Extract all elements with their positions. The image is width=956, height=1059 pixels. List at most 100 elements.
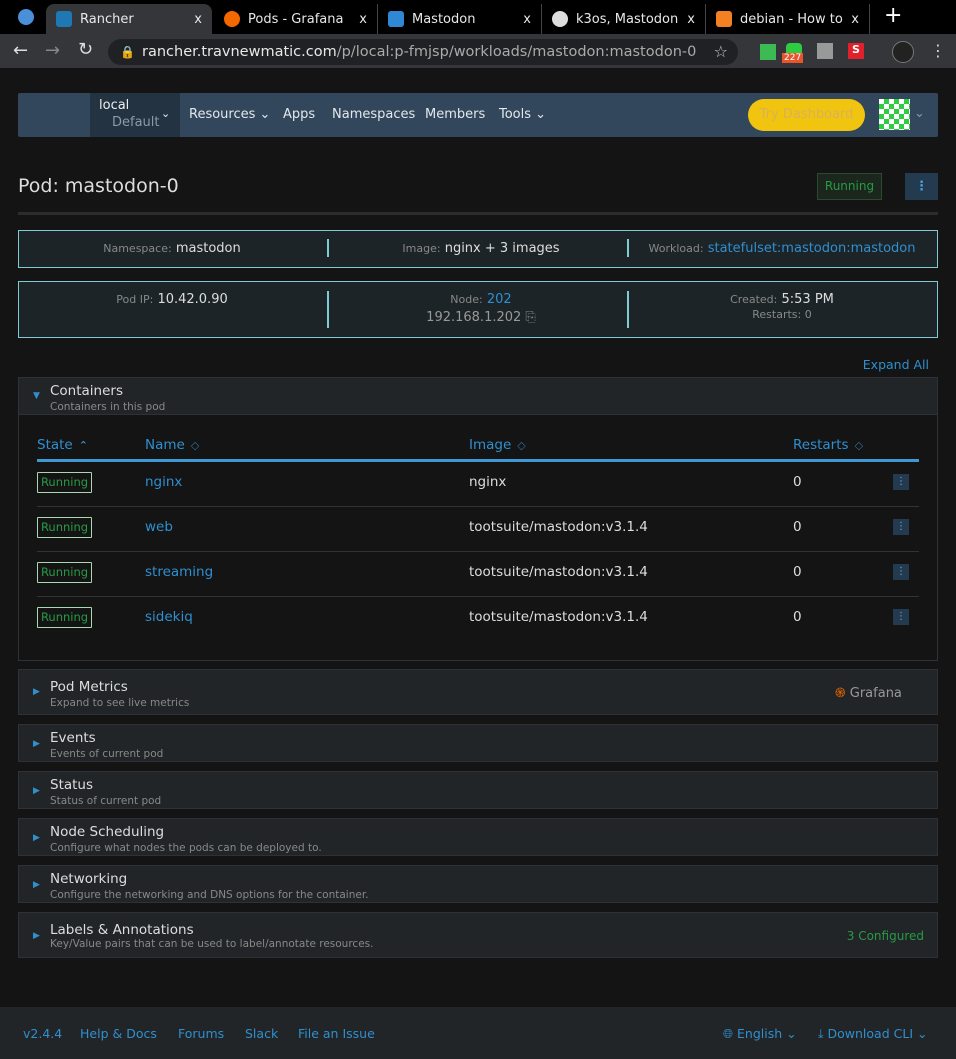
forward-icon[interactable]: → <box>45 40 60 61</box>
section-subtitle: Containers in this pod <box>50 401 166 413</box>
tab-k3os[interactable]: k3os, Mastodon x <box>542 4 706 34</box>
section-subtitle: Key/Value pairs that can be used to labe… <box>50 938 374 950</box>
grafana-favicon-icon <box>224 11 240 27</box>
close-tab-icon[interactable]: x <box>359 12 367 27</box>
state-badge: Running <box>37 517 92 538</box>
forums-link[interactable]: Forums <box>178 1026 224 1041</box>
tab-label: debian - How to <box>740 11 843 27</box>
container-name-link[interactable]: streaming <box>145 564 213 580</box>
chevron-down-icon: ⌄ <box>535 107 547 122</box>
extension-s-icon[interactable]: S <box>848 43 864 59</box>
url-path: /p/local:p-fmjsp/workloads/mastodon:mast… <box>336 44 697 60</box>
state-badge: Running <box>37 562 92 583</box>
row-kebab-button[interactable]: ⋮ <box>893 519 909 535</box>
workload-label: Workload: <box>648 242 704 255</box>
download-cli-dropdown[interactable]: ⤓ Download CLI ⌄ <box>818 1026 927 1042</box>
extension-css-icon[interactable] <box>817 43 833 59</box>
file-issue-link[interactable]: File an Issue <box>298 1026 375 1041</box>
tab-debian[interactable]: debian - How to x <box>706 4 870 34</box>
url-input[interactable]: 🔒 rancher.travnewmatic.com/p/local:p-fmj… <box>108 39 738 65</box>
table-row: Running nginx nginx 0 ⋮ <box>37 462 919 507</box>
nav-namespaces[interactable]: Namespaces <box>332 107 415 122</box>
table-row: Running sidekiq tootsuite/mastodon:v3.1.… <box>37 596 919 642</box>
stackoverflow-favicon-icon <box>716 11 732 27</box>
section-subtitle: Configure what nodes the pods can be dep… <box>50 842 322 854</box>
section-status[interactable]: ▶ Status Status of current pod <box>18 771 938 809</box>
try-dashboard-button[interactable]: Try Dashboard <box>748 99 865 131</box>
expand-all-link[interactable]: Expand All <box>863 357 929 372</box>
container-name-link[interactable]: web <box>145 519 173 535</box>
column-header-restarts[interactable]: Restarts ◇ <box>793 437 863 453</box>
row-kebab-button[interactable]: ⋮ <box>893 474 909 490</box>
section-subtitle: Status of current pod <box>50 795 162 807</box>
extension-sheets-icon[interactable] <box>760 44 776 60</box>
slack-link[interactable]: Slack <box>245 1026 278 1041</box>
container-restarts: 0 <box>793 474 802 490</box>
section-labels-annotations[interactable]: ▶ Labels & Annotations Key/Value pairs t… <box>18 912 938 958</box>
close-tab-icon[interactable]: x <box>194 12 202 27</box>
tab-grafana[interactable]: Pods - Grafana x <box>214 4 378 34</box>
section-networking[interactable]: ▶ Networking Configure the networking an… <box>18 865 938 903</box>
language-selector[interactable]: 🌐︎ English ⌄ <box>723 1026 797 1042</box>
column-header-image[interactable]: Image ◇ <box>469 437 526 453</box>
section-title: Node Scheduling <box>50 824 165 840</box>
container-name-link[interactable]: nginx <box>145 474 182 490</box>
tab-label: Pods - Grafana <box>248 11 344 27</box>
user-avatar[interactable] <box>879 99 910 130</box>
help-docs-link[interactable]: Help & Docs <box>80 1026 157 1041</box>
table-row: Running streaming tootsuite/mastodon:v3.… <box>37 551 919 597</box>
container-image: tootsuite/mastodon:v3.1.4 <box>469 564 648 580</box>
close-tab-icon[interactable]: x <box>523 12 531 27</box>
namespace-value: mastodon <box>175 241 241 256</box>
sort-icon: ◇ <box>854 439 864 452</box>
containers-section-header[interactable]: ▼ Containers Containers in this pod <box>18 377 938 415</box>
cluster-project-selector[interactable]: local Default ⌄ <box>90 93 180 137</box>
workload-link[interactable]: statefulset:mastodon:mastodon <box>708 241 916 256</box>
column-header-name[interactable]: Name ◇ <box>145 437 199 453</box>
version-link[interactable]: v2.4.4 <box>23 1026 62 1041</box>
sort-icon: ◇ <box>190 439 200 452</box>
back-icon[interactable]: ← <box>13 40 28 61</box>
profile-avatar[interactable] <box>892 41 914 63</box>
download-icon: ⤓ <box>818 1026 824 1041</box>
section-subtitle: Expand to see live metrics <box>50 697 190 709</box>
reload-icon[interactable]: ↻ <box>78 39 93 60</box>
chevron-down-icon: ⌄ <box>786 1026 797 1041</box>
menu-icon[interactable]: ⋮ <box>930 41 946 60</box>
created-value: 5:53 PM <box>781 292 834 307</box>
container-image: nginx <box>469 474 507 490</box>
column-header-state[interactable]: State ⌃ <box>37 437 88 453</box>
caret-right-icon: ▶ <box>33 786 40 796</box>
section-events[interactable]: ▶ Events Events of current pod <box>18 724 938 762</box>
chevron-down-icon: ⌄ <box>917 1026 928 1041</box>
table-row: Running web tootsuite/mastodon:v3.1.4 0 … <box>37 506 919 552</box>
copy-icon[interactable]: ⎘ <box>525 310 535 325</box>
nav-members[interactable]: Members <box>425 107 485 122</box>
image-label: Image: <box>402 242 441 255</box>
bookmark-star-icon[interactable]: ☆ <box>714 39 728 65</box>
section-title: Status <box>50 777 94 793</box>
close-tab-icon[interactable]: x <box>847 11 859 27</box>
profile-icon[interactable] <box>18 9 34 25</box>
chevron-down-icon[interactable]: ⌄ <box>914 106 925 121</box>
row-kebab-button[interactable]: ⋮ <box>893 564 909 580</box>
close-tab-icon[interactable]: x <box>683 11 695 27</box>
container-restarts: 0 <box>793 564 802 580</box>
row-kebab-button[interactable]: ⋮ <box>893 609 909 625</box>
nav-apps[interactable]: Apps <box>283 107 315 122</box>
tab-rancher[interactable]: Rancher x <box>46 4 212 34</box>
nav-tools[interactable]: Tools ⌄ <box>499 107 546 122</box>
container-image: tootsuite/mastodon:v3.1.4 <box>469 519 648 535</box>
caret-right-icon: ▶ <box>33 931 40 941</box>
section-pod-metrics[interactable]: ▶ Pod Metrics Expand to see live metrics… <box>18 669 938 715</box>
nav-resources[interactable]: Resources ⌄ <box>189 107 270 122</box>
page-title: Pod: mastodon-0 <box>18 175 179 197</box>
new-tab-button[interactable]: + <box>884 3 902 28</box>
grafana-link[interactable]: ֍ Grafana <box>835 683 902 701</box>
section-node-scheduling[interactable]: ▶ Node Scheduling Configure what nodes t… <box>18 818 938 856</box>
container-name-link[interactable]: sidekiq <box>145 609 193 625</box>
node-ip: 192.168.1.202 <box>426 310 522 325</box>
tab-mastodon[interactable]: Mastodon x <box>378 4 542 34</box>
node-link[interactable]: 202 <box>487 292 512 307</box>
actions-kebab-button[interactable]: ⋮ <box>905 173 938 200</box>
